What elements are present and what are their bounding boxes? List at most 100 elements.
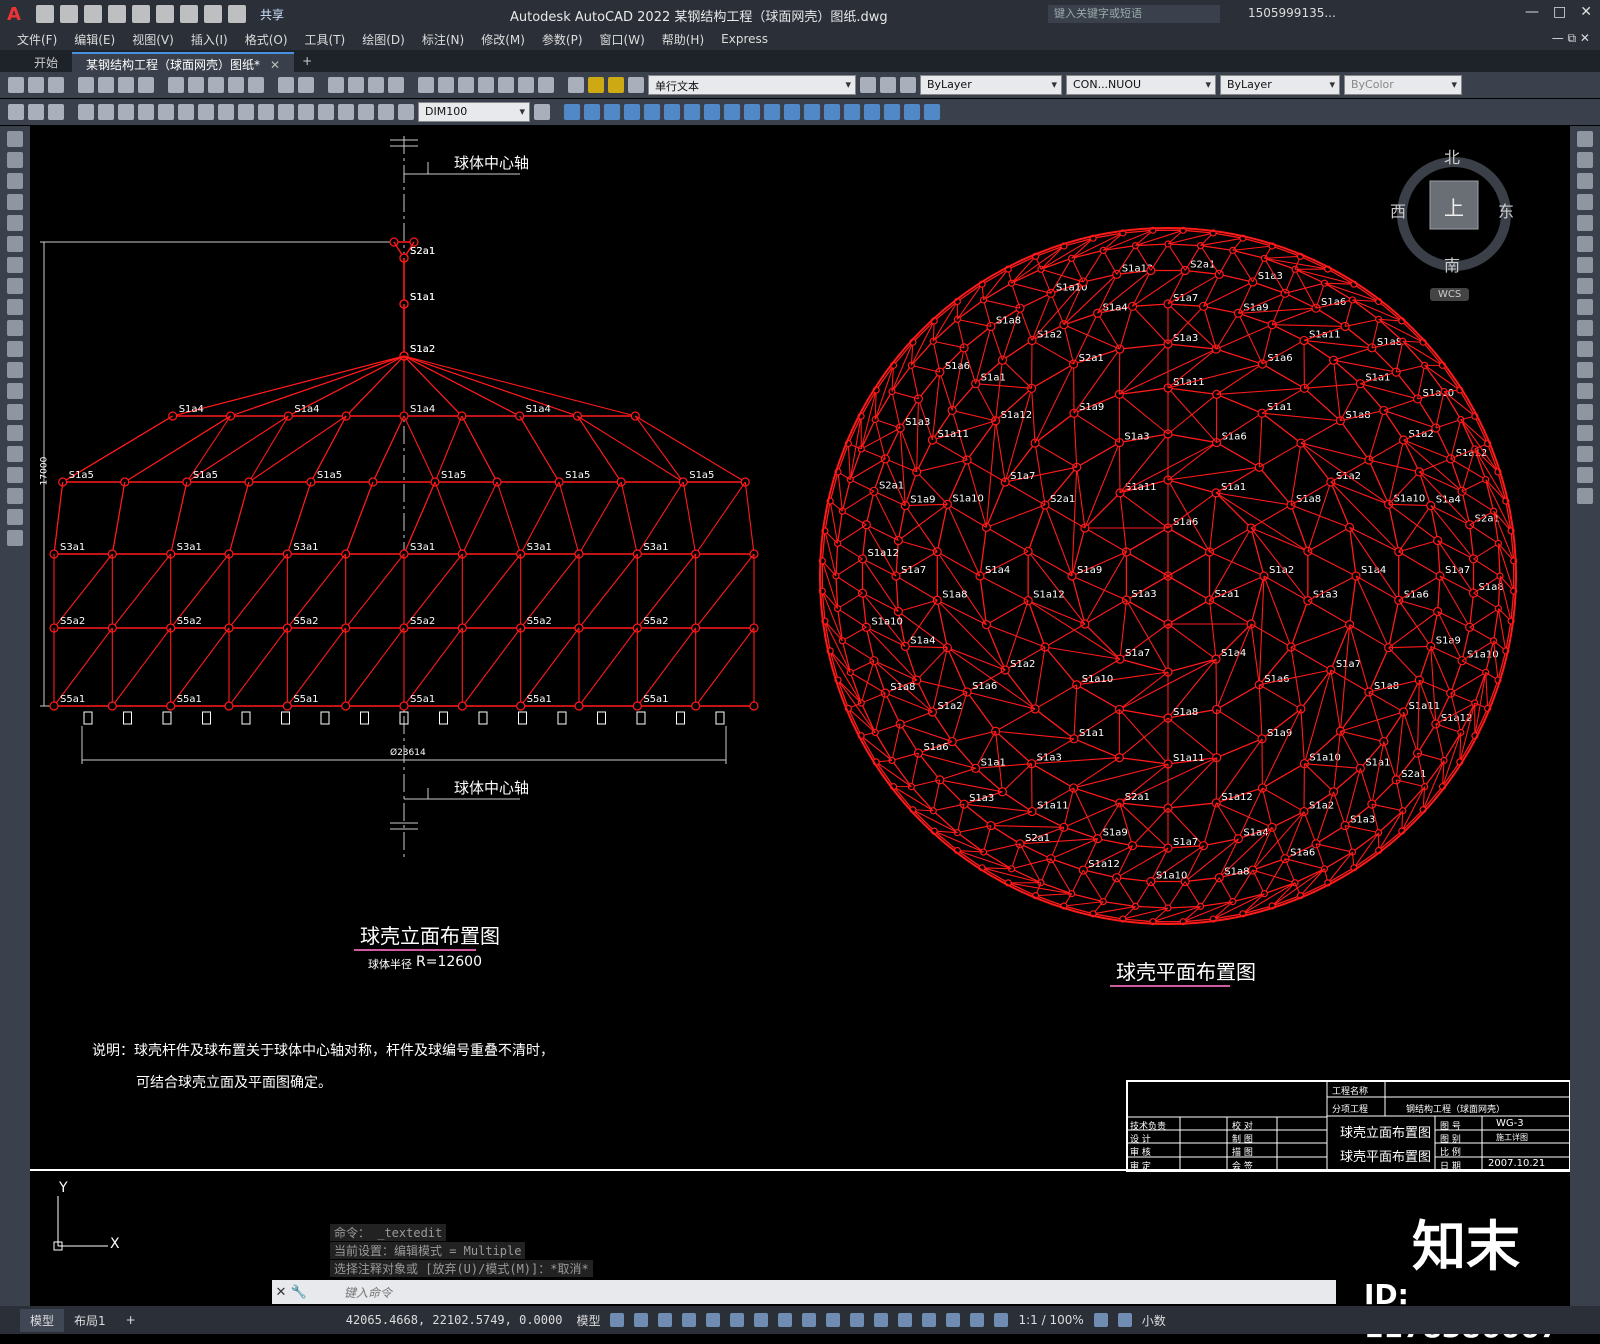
dim-style-select[interactable]: DIM100 [418,102,530,122]
make-block-icon[interactable] [7,383,23,399]
fillet-icon[interactable] [1577,446,1593,462]
polygon-icon[interactable] [7,194,23,210]
menu-insert[interactable]: 插入(I) [191,31,228,48]
command-line[interactable]: ✕ 🔧 键入命令 [272,1280,1336,1304]
chamfer-icon[interactable] [1577,425,1593,441]
trim-icon[interactable] [1577,320,1593,336]
menu-window[interactable]: 窗口(W) [600,31,645,48]
offset-icon[interactable] [1577,194,1593,210]
3d-align-icon[interactable] [924,104,940,120]
cone-icon[interactable] [624,104,640,120]
diameter-dim-icon[interactable] [138,104,154,120]
copy-icon[interactable] [188,77,204,93]
layer-previous-icon[interactable] [880,77,896,93]
workspace-gear-icon[interactable] [1094,1313,1108,1327]
zoom-realtime-icon[interactable] [348,77,364,93]
multiline-text-icon[interactable] [7,509,23,525]
publish-icon[interactable] [118,77,134,93]
move-icon[interactable] [1577,236,1593,252]
grid-icon[interactable] [610,1313,624,1327]
rectangle-icon[interactable] [7,215,23,231]
menu-file[interactable]: 文件(F) [17,31,57,48]
lineweight-select[interactable]: ByLayer [1220,75,1340,95]
dim-update-icon[interactable] [398,104,414,120]
ortho-icon[interactable] [682,1313,696,1327]
menu-draw[interactable]: 绘图(D) [362,31,405,48]
scale-icon[interactable] [1577,278,1593,294]
block-editor-icon[interactable] [248,77,264,93]
layer-properties-icon[interactable] [568,77,584,93]
zoom-previous-icon[interactable] [388,77,404,93]
object-snap-icon[interactable] [778,1313,792,1327]
customize-command-icon[interactable]: 🔧 [290,1285,308,1300]
union-icon[interactable] [784,104,800,120]
selection-filter-icon[interactable] [922,1313,936,1327]
menu-tools[interactable]: 工具(T) [305,31,346,48]
dim-space-icon[interactable] [238,104,254,120]
polyline-icon[interactable] [7,173,23,189]
web-save-icon[interactable] [156,5,174,23]
annotation-monitor-icon[interactable] [1118,1313,1132,1327]
document-window-controls[interactable]: — ⧉ ✕ [1552,31,1590,46]
layer-freeze-icon[interactable] [608,77,624,93]
design-center-icon[interactable] [438,77,454,93]
sweep-icon[interactable] [744,104,760,120]
save-as-icon[interactable] [108,5,126,23]
quick-dim-icon[interactable] [178,104,194,120]
tab-start[interactable]: 开始 [20,52,72,72]
aligned-dim-icon[interactable] [28,104,44,120]
viewcube-west[interactable]: 西 [1390,198,1406,222]
match-properties-icon[interactable] [228,77,244,93]
close-button[interactable]: ✕ [1580,4,1592,20]
undo-icon[interactable] [278,77,294,93]
radius-dim-icon[interactable] [98,104,114,120]
menu-format[interactable]: 格式(O) [245,31,288,48]
cut-icon[interactable] [168,77,184,93]
snap-icon[interactable] [634,1313,648,1327]
construction-line-icon[interactable] [7,152,23,168]
menu-help[interactable]: 帮助(H) [662,31,704,48]
close-tab-icon[interactable]: ✕ [270,58,280,72]
subtract-icon[interactable] [804,104,820,120]
help-icon[interactable] [538,77,554,93]
annotation-visibility-icon[interactable] [970,1313,984,1327]
sheet-set-icon[interactable] [478,77,494,93]
wcs-menu[interactable]: WCS [1430,288,1469,301]
circle-icon[interactable] [7,257,23,273]
wedge-icon[interactable] [644,104,660,120]
explode-icon[interactable] [1577,488,1593,504]
arc-icon[interactable] [7,236,23,252]
erase-icon[interactable] [1577,131,1593,147]
plot-icon[interactable] [78,77,94,93]
blend-curves-icon[interactable] [1577,467,1593,483]
tab-add-layout[interactable]: + [116,1310,146,1330]
region-icon[interactable] [7,467,23,483]
copy-object-icon[interactable] [1577,152,1593,168]
torus-icon[interactable] [664,104,680,120]
drawing-canvas[interactable]: S2a1S2a1S1a1S1a1S1a2S1a2S1a4S1a4S1a4S1a4… [30,126,1570,1268]
markup-icon[interactable] [498,77,514,93]
angular-dim-icon[interactable] [158,104,174,120]
3d-move-icon[interactable] [884,104,900,120]
pyramid-icon[interactable] [684,104,700,120]
undo-icon[interactable] [204,5,222,23]
object-snap-tracking-icon[interactable] [754,1313,768,1327]
open-icon[interactable] [28,77,44,93]
layer-lock-icon[interactable] [628,77,644,93]
stretch-icon[interactable] [1577,299,1593,315]
ordinate-dim-icon[interactable] [78,104,94,120]
tab-drawing[interactable]: 某钢结构工程（球面网壳）图纸*✕ [72,52,294,72]
menu-edit[interactable]: 编辑(E) [74,31,115,48]
ellipse-icon[interactable] [7,320,23,336]
gradient-icon[interactable] [7,446,23,462]
redo-icon[interactable] [228,5,246,23]
jogged-dim-icon[interactable] [118,104,134,120]
extrude-icon[interactable] [704,104,720,120]
rotate-icon[interactable] [1577,257,1593,273]
break-icon[interactable] [1577,383,1593,399]
join-icon[interactable] [1577,404,1593,420]
dim-text-edit-icon[interactable] [378,104,394,120]
mirror-icon[interactable] [1577,173,1593,189]
tool-palettes-icon[interactable] [458,77,474,93]
close-command-icon[interactable]: ✕ [272,1285,290,1300]
